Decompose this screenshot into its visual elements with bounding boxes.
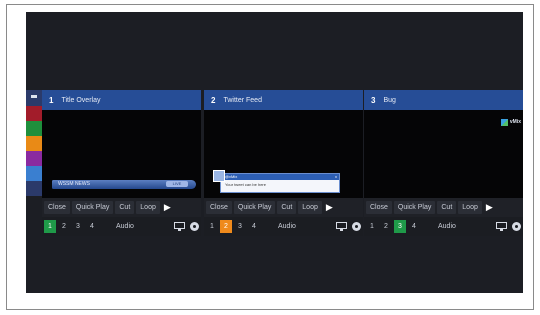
lower-third-tag: LIVE	[166, 181, 188, 187]
tweet-header: @vMix x	[221, 174, 339, 180]
pane-number: 3	[371, 95, 376, 105]
input-button-2[interactable]: 2	[220, 220, 232, 233]
overlay-pane-1: 1 Title Overlay WSSM NEWS LIVE Close Qui…	[42, 90, 201, 237]
overlay-pane-2: 2 Twitter Feed @vMix x Your tweet can be…	[204, 90, 363, 237]
pane-controls: Close Quick Play Cut Loop ▶	[364, 198, 523, 217]
input-button-3[interactable]: 3	[234, 220, 246, 233]
play-icon[interactable]: ▶	[162, 201, 173, 214]
close-button[interactable]: Close	[366, 201, 392, 214]
color-strip	[26, 90, 42, 203]
pane-inputs: 1 2 3 4 Audio	[42, 217, 201, 236]
lower-third-graphic: WSSM NEWS LIVE	[52, 180, 196, 189]
play-icon[interactable]: ▶	[324, 201, 335, 214]
pane-controls: Close Quick Play Cut Loop ▶	[204, 198, 363, 217]
logo-icon	[500, 118, 508, 126]
input-button-1[interactable]: 1	[44, 220, 56, 233]
input-button-3[interactable]: 3	[72, 220, 84, 233]
collapse-tab[interactable]	[26, 90, 42, 106]
pane-header[interactable]: 3 Bug	[364, 90, 523, 110]
pane-inputs: 1 2 3 4 Audio	[204, 217, 363, 236]
tweet-text: Your tweet can be here	[225, 182, 266, 187]
overlay-pane-3: 3 Bug vMix Close Quick Play Cut Loop ▶ 1…	[364, 90, 523, 237]
input-button-1[interactable]: 1	[206, 220, 218, 233]
overlay-panes: 1 Title Overlay WSSM NEWS LIVE Close Qui…	[42, 90, 523, 237]
pane-number: 1	[49, 95, 54, 105]
cut-button[interactable]: Cut	[277, 201, 297, 214]
monitor-icon[interactable]	[336, 222, 347, 231]
minus-icon	[31, 95, 37, 98]
close-button[interactable]: Close	[44, 201, 70, 214]
gear-icon[interactable]	[352, 222, 361, 231]
pane-title: Bug	[383, 96, 396, 104]
pane-title: Title Overlay	[61, 96, 101, 104]
input-button-1[interactable]: 1	[366, 220, 378, 233]
pane-preview: WSSM NEWS LIVE	[42, 110, 201, 198]
input-button-4[interactable]: 4	[408, 220, 420, 233]
pane-number: 2	[211, 95, 216, 105]
pane-header[interactable]: 2 Twitter Feed	[204, 90, 363, 110]
quick-play-button[interactable]: Quick Play	[71, 201, 114, 214]
play-icon[interactable]: ▶	[484, 201, 495, 214]
audio-button[interactable]: Audio	[270, 220, 304, 233]
color-swatch-blue[interactable]	[26, 166, 42, 181]
color-swatch-green[interactable]	[26, 121, 42, 136]
bug-text: vMix	[509, 119, 521, 125]
pane-controls: Close Quick Play Cut Loop ▶	[42, 198, 201, 217]
input-button-3[interactable]: 3	[394, 220, 406, 233]
close-icon: x	[335, 174, 337, 179]
close-button[interactable]: Close	[206, 201, 232, 214]
input-button-4[interactable]: 4	[86, 220, 98, 233]
monitor-icon[interactable]	[174, 222, 185, 231]
tweet-handle: @vMix	[225, 174, 238, 179]
input-button-2[interactable]: 2	[58, 220, 70, 233]
cut-button[interactable]: Cut	[437, 201, 457, 214]
loop-button[interactable]: Loop	[298, 201, 322, 214]
loop-button[interactable]: Loop	[458, 201, 482, 214]
pane-title: Twitter Feed	[223, 96, 262, 104]
color-swatch-orange[interactable]	[26, 136, 42, 151]
pane-preview: @vMix x Your tweet can be here	[204, 110, 363, 198]
pane-inputs: 1 2 3 4 Audio	[364, 217, 523, 236]
color-swatch-navy[interactable]	[26, 181, 42, 196]
quick-play-button[interactable]: Quick Play	[233, 201, 276, 214]
tweet-box: @vMix x Your tweet can be here	[220, 173, 340, 193]
cut-button[interactable]: Cut	[115, 201, 135, 214]
loop-button[interactable]: Loop	[136, 201, 160, 214]
audio-button[interactable]: Audio	[430, 220, 464, 233]
pane-header[interactable]: 1 Title Overlay	[42, 90, 201, 110]
input-button-4[interactable]: 4	[248, 220, 260, 233]
input-button-2[interactable]: 2	[380, 220, 392, 233]
lower-third-text: WSSM NEWS	[58, 181, 90, 187]
overlay-panel-window: 1 Title Overlay WSSM NEWS LIVE Close Qui…	[26, 12, 523, 293]
quick-play-button[interactable]: Quick Play	[393, 201, 436, 214]
audio-button[interactable]: Audio	[108, 220, 142, 233]
gear-icon[interactable]	[190, 222, 199, 231]
color-swatch-purple[interactable]	[26, 151, 42, 166]
monitor-icon[interactable]	[496, 222, 507, 231]
avatar	[213, 170, 225, 182]
bug-logo: vMix	[500, 118, 521, 126]
color-swatch-red[interactable]	[26, 106, 42, 121]
pane-preview: vMix	[364, 110, 523, 198]
gear-icon[interactable]	[512, 222, 521, 231]
